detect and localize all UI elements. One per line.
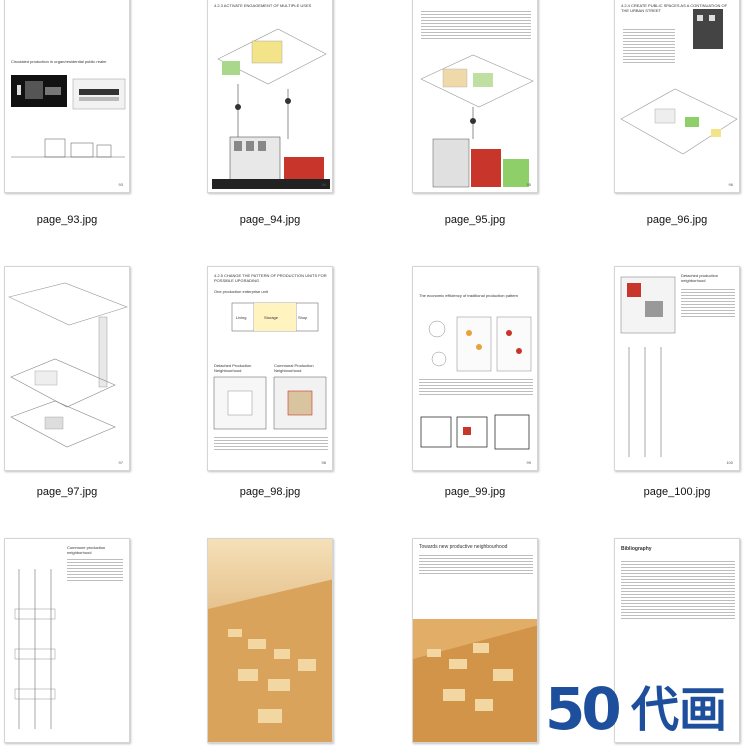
page-illustration [208, 539, 332, 742]
thumbnail-grid: Circulated production in urgan/residenti… [0, 0, 750, 750]
page-thumbnail[interactable]: Circulated production in urgan/residenti… [4, 0, 130, 193]
page-illustration [212, 28, 330, 189]
thumbnail-caption: page_100.jpg [643, 486, 711, 498]
thumbnail-caption: page_93.jpg [36, 214, 98, 226]
logo-chinese: 代画 [631, 682, 728, 738]
diagram-label: Living [236, 315, 247, 320]
text-block [214, 437, 328, 452]
page-thumbnail[interactable]: The economic efficiency of traditional p… [412, 266, 538, 471]
thumbnail-caption: page_95.jpg [444, 214, 506, 226]
thumbnail-caption: page_96.jpg [646, 214, 708, 226]
page-number: 96 [728, 182, 733, 187]
page-thumbnail[interactable]: Commune production neighborhood [4, 538, 130, 743]
page-illustration [413, 619, 537, 742]
page-number: 94 [321, 182, 326, 187]
page-thumbnail[interactable]: 4.2.3 ACTIVATE ENGAGEMENT OF MULTIPLE US… [207, 0, 333, 193]
page-illustration [11, 75, 126, 158]
page-thumbnail[interactable]: Detached production neighborhood 100 [614, 266, 740, 471]
text-block [681, 289, 735, 319]
page-illustration [420, 54, 534, 188]
page-thumbnail[interactable]: 4.2.4 CREATE PUBLIC SPACES AS A CONTINUA… [614, 0, 740, 193]
page-illustration [620, 9, 738, 155]
page-illustration [8, 282, 128, 448]
page-illustration [420, 316, 532, 450]
watermark-logo: 50 代画 [545, 678, 745, 742]
diagram-caption: Detached Production Neighbourhood [214, 363, 252, 373]
page-thumbnail[interactable] [207, 538, 333, 743]
thumbnail-caption: page_98.jpg [239, 486, 301, 498]
page-number: 95 [526, 182, 531, 187]
page-number: 93 [118, 182, 123, 187]
page-number: 97 [118, 460, 123, 465]
page-number: 100 [726, 460, 733, 465]
thumbnail-caption: page_94.jpg [239, 214, 301, 226]
page-thumbnail[interactable]: 97 [4, 266, 130, 471]
text-block [621, 561, 735, 621]
page-number: 98 [321, 460, 326, 465]
thumbnail-caption: page_99.jpg [444, 486, 506, 498]
diagram-label: Shop [298, 315, 308, 320]
thumbnail-caption: page_97.jpg [36, 486, 98, 498]
page-illustration [14, 569, 56, 729]
page-thumbnail[interactable]: Towards new productive neighbourhood [412, 538, 538, 743]
diagram-caption: Communal Production Neighbourhood [274, 363, 314, 373]
page-thumbnail[interactable]: 95 [412, 0, 538, 193]
page-heading: Bibliography [621, 546, 652, 552]
page-number: 99 [526, 460, 531, 465]
diagram-label: Storage [264, 315, 279, 320]
page-thumbnail[interactable]: 4.2.5 CHANGE THE PATTERN OF PRODUCTION U… [207, 266, 333, 471]
logo-number: 50 [545, 675, 622, 743]
text-block [419, 379, 533, 397]
